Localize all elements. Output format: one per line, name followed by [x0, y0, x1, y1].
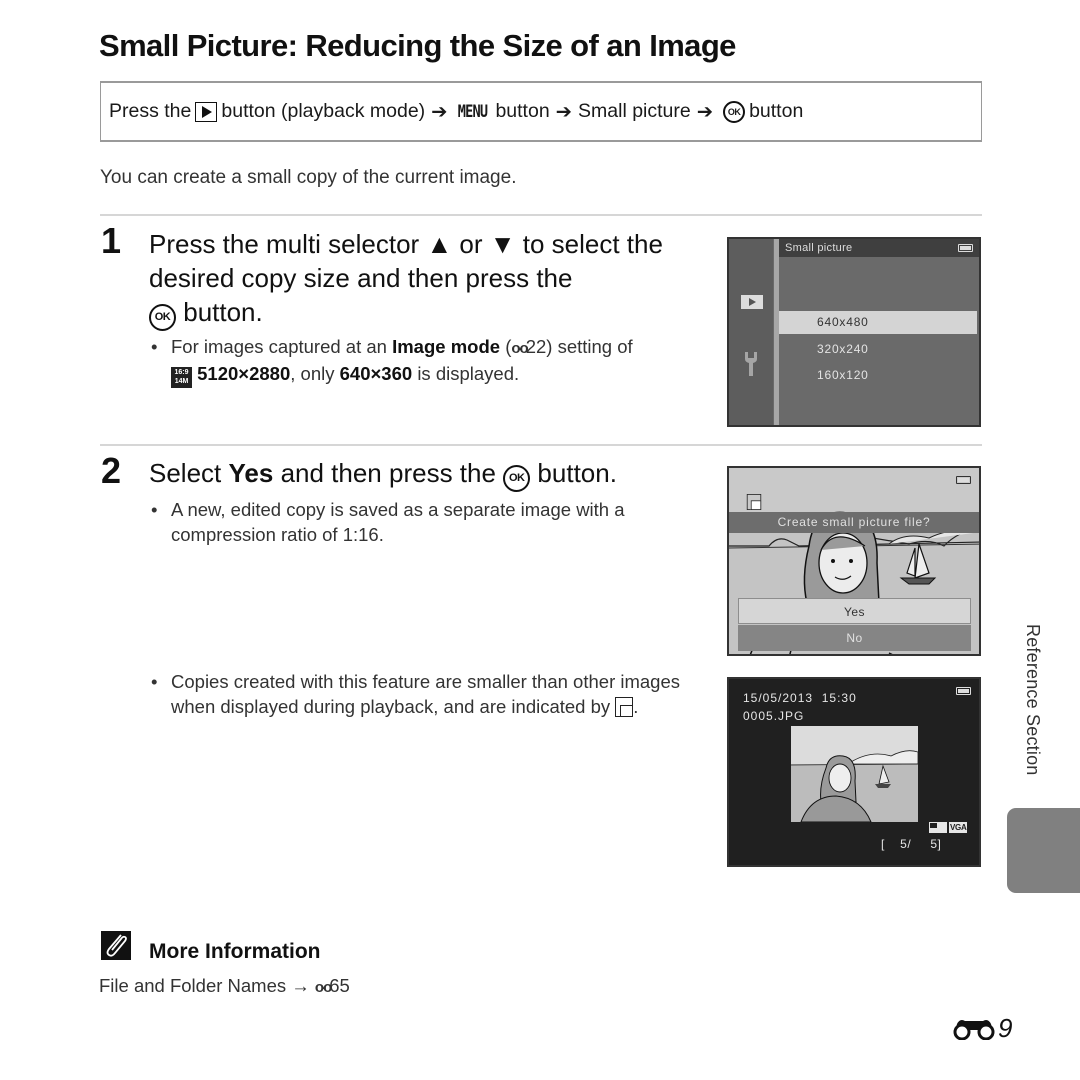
- divider: [100, 444, 982, 446]
- up-arrow-icon: ▲: [426, 229, 453, 259]
- menu-button-icon: MENU: [457, 101, 487, 122]
- section-label: Reference Section: [1023, 624, 1043, 776]
- step-2-bullet-1: A new, edited copy is saved as a separat…: [151, 497, 681, 547]
- bullet-text: For images captured at an: [171, 336, 387, 357]
- small-picture-icon: [615, 697, 634, 717]
- paperclip-icon: [101, 931, 131, 960]
- camera-screen-confirm: Create small picture file? Yes No: [727, 466, 981, 656]
- bullet-text: 22) setting of: [525, 336, 633, 357]
- ok-button-icon: OK: [723, 100, 746, 123]
- yes-label: Yes: [228, 458, 274, 488]
- more-info-text: File and Folder Names: [99, 975, 287, 996]
- procedure-text-3: button: [495, 100, 550, 122]
- vga-size-badge: VGA: [949, 822, 968, 833]
- small-picture-icon: [746, 494, 762, 511]
- mode-icon-bottom: 14M: [174, 378, 189, 385]
- size-option-640x480[interactable]: 640x480: [779, 311, 977, 334]
- resolution-value: 5120×2880: [197, 363, 291, 384]
- step-1-or: or: [459, 229, 483, 259]
- arrow-icon: ➔: [431, 100, 448, 123]
- more-info-title: More Information: [149, 940, 321, 963]
- step-2-text: button.: [537, 458, 617, 488]
- step-number-1: 1: [101, 220, 122, 261]
- down-arrow-icon: ▼: [489, 229, 516, 259]
- binoculars-icon: o-o: [314, 979, 332, 996]
- yes-button[interactable]: Yes: [738, 598, 971, 624]
- period: .: [633, 696, 639, 717]
- file-name: 0005.JPG: [743, 709, 805, 723]
- confirm-prompt: Create small picture file?: [729, 512, 979, 533]
- no-button[interactable]: No: [738, 625, 971, 651]
- playback-tab-icon[interactable]: [741, 295, 763, 309]
- step-2-bullet-2: Copies created with this feature are sma…: [151, 669, 696, 719]
- camera-screen-playback: 15/05/2013 15:30 0005.JPG VGA [ 5/ 5]: [727, 677, 981, 867]
- binoculars-icon: [953, 1019, 995, 1040]
- procedure-box: Press the button (playback mode) ➔ MENU …: [100, 81, 982, 142]
- image-mode-16-9-icon: 16:9 14M: [171, 367, 192, 388]
- wrench-icon[interactable]: [743, 352, 759, 376]
- small-picture-thumbnail: [791, 726, 918, 822]
- arrow-icon: →: [291, 975, 310, 996]
- step-1-line-3: button.: [183, 297, 263, 327]
- size-option-320x240[interactable]: 320x240: [779, 338, 977, 361]
- more-info-link[interactable]: File and Folder Names → o-o65: [99, 975, 350, 997]
- size-option-160x120[interactable]: 160x120: [779, 364, 977, 387]
- step-2-heading: Select Yes and then press the OK button.: [149, 456, 709, 492]
- divider: [100, 214, 982, 216]
- binoculars-icon: o-o: [511, 340, 528, 357]
- playback-button-icon: [195, 101, 218, 122]
- menu-title: Small picture: [785, 242, 853, 254]
- page-number-value: 9: [998, 1013, 1013, 1043]
- playback-info: 15/05/2013 15:30 0005.JPG: [743, 689, 857, 725]
- arrow-icon: ➔: [555, 100, 573, 123]
- image-counter: [ 5/ 5]: [881, 837, 942, 851]
- menu-tab-column: [729, 239, 773, 425]
- step-1-bullet: For images captured at an Image mode (o-…: [151, 334, 701, 388]
- procedure-text-4: Small picture: [578, 100, 691, 122]
- page-reference: 65: [329, 975, 350, 996]
- resolution-value: 640×360: [339, 363, 413, 384]
- menu-header: Small picture: [779, 239, 979, 257]
- step-1-line-2: desired copy size and then press the: [149, 263, 573, 293]
- step-2-text: Select: [149, 458, 222, 488]
- playback-status-icons: VGA: [929, 822, 968, 833]
- image-mode-label: Image mode: [392, 336, 501, 357]
- mode-icon-top: 16:9: [174, 369, 189, 376]
- bullet-text: Copies created with this feature are sma…: [171, 671, 681, 717]
- battery-icon: [958, 244, 973, 252]
- step-number-2: 2: [101, 450, 122, 491]
- camera-screen-small-picture-menu: Small picture 640x480 320x240 160x120: [727, 237, 981, 427]
- step-2-text: and then press the: [280, 458, 496, 488]
- date-time: 15/05/2013 15:30: [743, 691, 857, 705]
- step-1-text: to select the: [522, 229, 663, 259]
- procedure-text-2: button (playback mode): [221, 100, 426, 122]
- ok-button-icon: OK: [149, 304, 176, 331]
- intro-text: You can create a small copy of the curre…: [100, 167, 517, 188]
- bullet-text: , only: [290, 363, 335, 384]
- section-tab[interactable]: [1007, 808, 1080, 893]
- procedure-text-5: button: [749, 100, 804, 122]
- procedure-text-1: Press the: [109, 100, 192, 122]
- ok-button-icon: OK: [503, 465, 531, 492]
- page-number: 9: [952, 1013, 1012, 1044]
- bullet-text: is displayed.: [417, 363, 520, 384]
- arrow-icon: ➔: [696, 100, 714, 123]
- step-1-text: Press the multi selector: [149, 229, 420, 259]
- battery-icon: [956, 476, 971, 484]
- small-picture-icon: [929, 822, 947, 833]
- step-1-heading: Press the multi selector ▲ or ▼ to selec…: [149, 227, 709, 331]
- battery-icon: [956, 687, 971, 695]
- page-title: Small Picture: Reducing the Size of an I…: [99, 28, 736, 63]
